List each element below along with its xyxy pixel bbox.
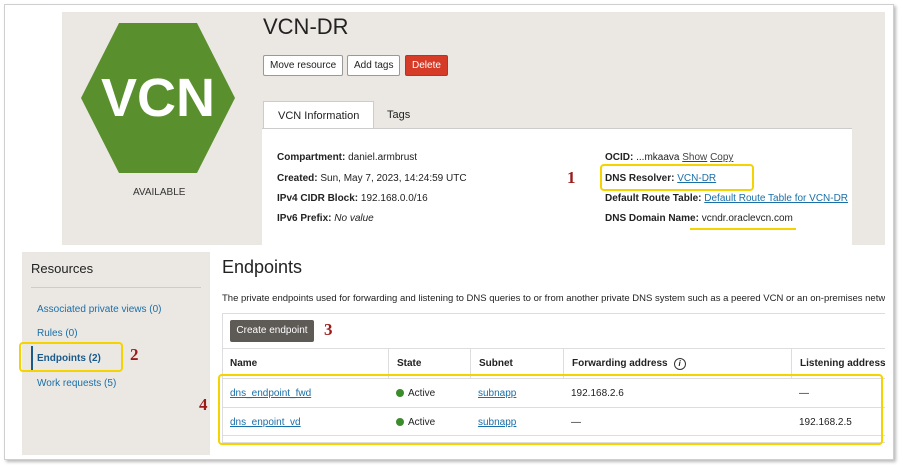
page-title: VCN-DR (263, 14, 349, 39)
ipv6-field: IPv6 Prefix: No value (277, 213, 374, 224)
route-table-link[interactable]: Default Route Table for VCN-DR (704, 193, 848, 204)
ocid-field: OCID: ...mkaava Show Copy (605, 152, 734, 163)
delete-button[interactable]: Delete (405, 55, 448, 76)
ipv4-field: IPv4 CIDR Block: 192.168.0.0/16 (277, 193, 428, 204)
sidebar-item-rules[interactable]: Rules (0) (37, 328, 78, 339)
annotation-number-4: 4 (199, 395, 208, 414)
annotation-number-1: 1 (567, 168, 576, 187)
sidebar-item-associated-private-views[interactable]: Associated private views (0) (37, 304, 162, 315)
info-icon[interactable]: i (673, 358, 686, 370)
sidebar-item-work-requests[interactable]: Work requests (5) (37, 378, 116, 389)
annotation-box-2 (19, 342, 123, 372)
vcn-logo: VCN (81, 23, 235, 173)
copy-link[interactable]: Copy (710, 152, 733, 163)
resources-title: Resources (31, 261, 94, 276)
created-field: Created: Sun, May 7, 2023, 14:24:59 UTC (277, 173, 467, 184)
status-label: AVAILABLE (133, 187, 186, 198)
annotation-box-4 (218, 374, 883, 445)
tab-tags[interactable]: Tags (373, 101, 424, 129)
tab-vcn-information[interactable]: VCN Information (263, 101, 375, 129)
section-description: The private endpoints used for forwardin… (222, 293, 885, 304)
divider (31, 287, 201, 288)
dns-domain-field: DNS Domain Name: vcndr.oraclevcn.com (605, 213, 793, 224)
show-link[interactable]: Show (682, 152, 707, 163)
table-header: Name State Subnet Forwarding address i Li… (222, 348, 886, 378)
annotation-number-2: 2 (130, 345, 139, 364)
add-tags-button[interactable]: Add tags (347, 55, 401, 76)
section-title: Endpoints (222, 257, 303, 277)
annotation-underline (690, 228, 796, 230)
compartment-field: Compartment: daniel.armbrust (277, 152, 418, 163)
create-endpoint-button[interactable]: Create endpoint (230, 320, 314, 342)
annotation-box-1 (600, 164, 754, 191)
svg-text:VCN: VCN (101, 68, 215, 128)
move-resource-button[interactable]: Move resource (263, 55, 344, 76)
annotation-number-3: 3 (324, 320, 333, 339)
route-table-field: Default Route Table: Default Route Table… (605, 193, 849, 204)
